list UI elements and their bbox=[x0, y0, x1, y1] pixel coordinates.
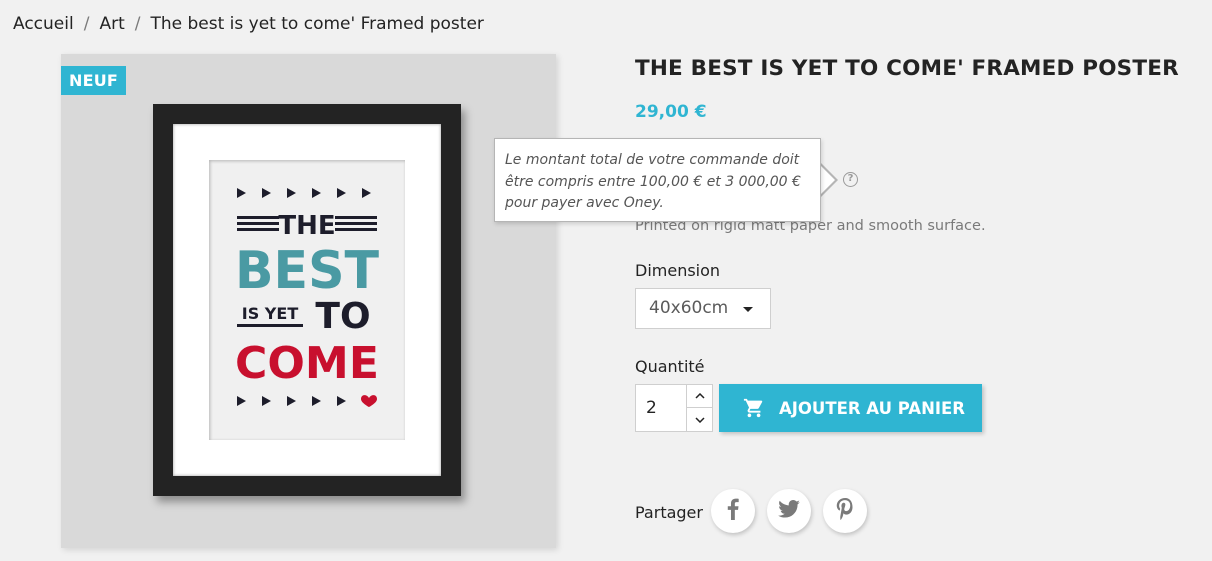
breadcrumb-separator: / bbox=[134, 14, 141, 34]
question-icon[interactable]: ? bbox=[843, 172, 858, 187]
dimension-select[interactable]: 40x60cm bbox=[635, 288, 771, 329]
arrow-row-bottom bbox=[237, 396, 346, 406]
tooltip-arrow bbox=[819, 162, 838, 198]
cart-icon bbox=[743, 397, 765, 419]
breadcrumb: Accueil / Art / The best is yet to come'… bbox=[13, 14, 484, 34]
poster-frame: THE BEST IS YET TO COME bbox=[153, 104, 461, 496]
breadcrumb-separator: / bbox=[83, 14, 90, 34]
facebook-share-button[interactable] bbox=[711, 489, 755, 533]
quantity-input[interactable]: 2 bbox=[636, 385, 687, 431]
product-title: THE BEST IS YET TO COME' FRAMED POSTER bbox=[635, 56, 1179, 81]
add-to-cart-button[interactable]: AJOUTER AU PANIER bbox=[719, 384, 982, 432]
poster-text-the: THE bbox=[278, 211, 335, 241]
quantity-spin-buttons bbox=[686, 385, 712, 431]
share-label: Partager bbox=[635, 503, 703, 522]
poster-text-best: BEST bbox=[235, 241, 380, 301]
product-image[interactable]: THE BEST IS YET TO COME NEUF bbox=[61, 54, 556, 548]
poster-text-is-yet: IS YET bbox=[242, 304, 299, 323]
poster-artwork: THE BEST IS YET TO COME bbox=[209, 160, 405, 440]
quantity-label: Quantité bbox=[635, 357, 705, 376]
twitter-share-button[interactable] bbox=[767, 489, 811, 533]
poster-mat: THE BEST IS YET TO COME bbox=[173, 124, 441, 476]
tooltip-line: pour payer avec Oney. bbox=[505, 195, 664, 211]
heart-icon bbox=[361, 395, 377, 407]
poster-graphic: THE BEST IS YET TO COME bbox=[235, 188, 380, 407]
breadcrumb-item-current: The best is yet to come' Framed poster bbox=[150, 14, 484, 34]
twitter-icon bbox=[778, 500, 800, 522]
tooltip-line: être compris entre 100,00 € et 3 000,00 … bbox=[505, 173, 801, 190]
pinterest-icon bbox=[836, 498, 854, 524]
new-badge: NEUF bbox=[61, 66, 127, 95]
facebook-icon bbox=[726, 498, 740, 524]
poster-text-to: TO bbox=[315, 296, 370, 337]
breadcrumb-item-home[interactable]: Accueil bbox=[13, 14, 74, 34]
add-to-cart-label: AJOUTER AU PANIER bbox=[779, 398, 965, 418]
quantity-stepper: 2 bbox=[635, 384, 713, 432]
poster-text-come: COME bbox=[235, 338, 379, 389]
tooltip-line: Le montant total de votre commande doit bbox=[505, 152, 800, 168]
product-price: 29,00 € bbox=[635, 102, 707, 122]
oney-tooltip: Le montant total de votre commande doit … bbox=[494, 138, 821, 222]
breadcrumb-item-category[interactable]: Art bbox=[99, 14, 124, 34]
dimension-label: Dimension bbox=[635, 261, 721, 280]
arrow-row-top bbox=[237, 188, 371, 198]
pinterest-share-button[interactable] bbox=[823, 489, 867, 533]
dimension-value: 40x60cm bbox=[649, 298, 729, 318]
caret-down-icon bbox=[743, 307, 753, 312]
chevron-down-icon[interactable] bbox=[687, 408, 712, 431]
chevron-up-icon[interactable] bbox=[687, 385, 712, 408]
